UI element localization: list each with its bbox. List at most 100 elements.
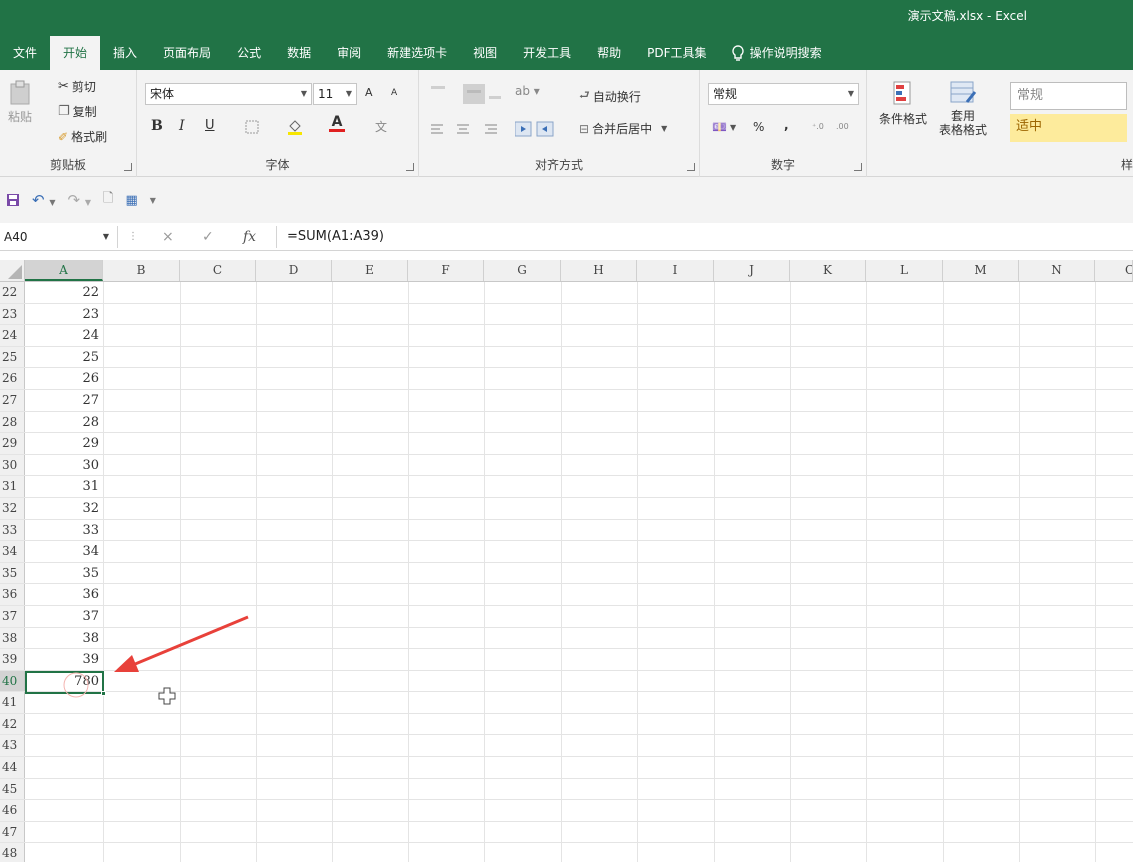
conditional-formatting-icon <box>893 81 911 105</box>
copy-icon: ❐ <box>58 104 70 119</box>
align-top-icon[interactable] <box>429 82 503 106</box>
number-format-value: 常规 <box>713 87 738 101</box>
comma-button[interactable]: , <box>784 118 789 132</box>
tab-file[interactable]: 文件 <box>0 36 50 70</box>
orientation-icon: ab ▾ <box>515 84 540 98</box>
wrap-text-icon: ⮐ <box>579 88 590 102</box>
tab-developer[interactable]: 开发工具 <box>510 36 584 70</box>
chevron-down-icon: ▼ <box>345 89 352 98</box>
underline-button[interactable]: U <box>205 118 215 133</box>
paste-button[interactable]: 粘贴 <box>8 80 32 125</box>
wrap-text-label: 自动换行 <box>592 90 641 104</box>
tab-page-layout[interactable]: 页面布局 <box>150 36 224 70</box>
tab-home[interactable]: 开始 <box>50 36 101 70</box>
name-box[interactable]: A40 ▼ <box>0 226 118 248</box>
increase-decimal-button[interactable]: ⁺.0 <box>812 122 824 131</box>
font-color-icon: A <box>329 115 345 132</box>
tab-formulas[interactable]: 公式 <box>224 36 274 70</box>
clipboard-launcher-icon[interactable] <box>124 163 132 171</box>
decrease-decimal-button[interactable]: .00 <box>836 122 849 131</box>
font-group-label: 字体 <box>265 158 290 172</box>
font-size-value: 11 <box>318 87 334 101</box>
comma-icon: , <box>784 118 789 132</box>
increase-font-button[interactable]: A <box>365 86 373 99</box>
alignment-group-label: 对齐方式 <box>534 158 583 172</box>
ribbon-tabs: 文件 开始 插入 页面布局 公式 数据 审阅 新建选项卡 视图 开发工具 帮助 … <box>0 36 834 70</box>
paste-icon <box>10 80 30 105</box>
number-group: 常规 ▼ 💷 ▼ % , ⁺.0 .00 数字 <box>700 70 867 177</box>
print-preview-icon[interactable]: 🗋 <box>103 189 113 211</box>
scissors-icon: ✂ <box>58 79 69 94</box>
tell-me-label: 操作说明搜索 <box>749 46 822 60</box>
tab-pdf-tools[interactable]: PDF工具集 <box>634 36 719 70</box>
tab-data[interactable]: 数据 <box>274 36 324 70</box>
tab-help[interactable]: 帮助 <box>584 36 634 70</box>
customize-qat-icon[interactable]: ▼ <box>150 196 156 205</box>
underline-icon: U <box>205 118 215 133</box>
font-name-value: 宋体 <box>150 87 175 101</box>
tab-insert[interactable]: 插入 <box>100 36 150 70</box>
number-format-select[interactable]: 常规 ▼ <box>708 83 859 105</box>
tab-review[interactable]: 审阅 <box>324 36 374 70</box>
font-color-button[interactable]: A <box>329 115 345 132</box>
font-size-select[interactable]: 11 ▼ <box>313 83 357 105</box>
font-name-select[interactable]: 宋体 ▼ <box>145 83 312 105</box>
italic-button[interactable]: I <box>179 118 185 134</box>
conditional-formatting-button[interactable]: 条件格式 <box>879 80 927 127</box>
increase-font-icon: A <box>365 86 373 99</box>
format-painter-label: 格式刷 <box>71 130 108 144</box>
clipboard-group: 粘贴 ✂ 剪切 ❐ 复制 ✐ 格式刷 剪贴板 <box>0 70 137 177</box>
merge-center-button[interactable]: ⊟ 合并后居中 ▼ <box>579 120 667 137</box>
undo-icon[interactable]: ↶ ▼ <box>32 191 56 209</box>
align-left-icon[interactable] <box>431 122 501 136</box>
copy-button[interactable]: ❐ 复制 <box>58 103 97 120</box>
save-icon[interactable] <box>6 193 20 207</box>
currency-icon: 💷 <box>712 120 727 134</box>
enter-formula-button[interactable]: ✓ <box>202 226 214 248</box>
touch-mode-icon[interactable]: ▦ <box>125 193 137 208</box>
tab-new-tab[interactable]: 新建选项卡 <box>374 36 460 70</box>
copy-label: 复制 <box>72 105 97 119</box>
alignment-launcher-icon[interactable] <box>687 163 695 171</box>
borders-button[interactable] <box>245 120 259 134</box>
cursor-cross-icon <box>158 687 176 705</box>
accounting-format-button[interactable]: 💷 ▼ <box>712 120 736 134</box>
tab-view[interactable]: 视图 <box>460 36 510 70</box>
paste-label: 粘贴 <box>8 110 33 124</box>
phonetic-icon: 文 <box>375 120 388 134</box>
bold-icon: B <box>151 118 163 134</box>
clipboard-group-label: 剪贴板 <box>49 158 86 172</box>
cut-label: 剪切 <box>71 80 96 94</box>
style-normal[interactable]: 常规 <box>1010 82 1127 110</box>
formula-input[interactable]: =SUM(A1:A39) <box>276 226 1126 248</box>
fill-bucket-icon <box>288 120 302 135</box>
ribbon-home: 粘贴 ✂ 剪切 ❐ 复制 ✐ 格式刷 剪贴板 宋体 ▼ 11 ▼ A A B I… <box>0 70 1133 177</box>
indent-icon[interactable] <box>515 121 555 137</box>
style-neutral[interactable]: 适中 <box>1010 114 1127 142</box>
redo-icon[interactable]: ↷ ▼ <box>68 191 92 209</box>
phonetic-button[interactable]: 文 <box>375 118 387 135</box>
orientation-button[interactable]: ab ▾ <box>515 84 540 98</box>
percent-icon: % <box>753 120 765 134</box>
format-as-table-label-2: 表格格式 <box>939 123 988 137</box>
tell-me-search[interactable]: 操作说明搜索 <box>720 36 834 70</box>
fill-color-button[interactable] <box>287 118 303 136</box>
quick-access-toolbar: ↶ ▼ ↷ ▼ 🗋 ▦ ▼ <box>0 177 1133 223</box>
merge-icon: ⊟ <box>579 121 590 136</box>
format-as-table-icon <box>950 81 977 103</box>
cut-button[interactable]: ✂ 剪切 <box>58 78 96 95</box>
cancel-formula-button[interactable]: × <box>162 226 174 248</box>
decrease-font-button[interactable]: A <box>391 88 397 98</box>
font-launcher-icon[interactable] <box>406 163 414 171</box>
chevron-down-icon: ▼ <box>102 232 109 241</box>
wrap-text-button[interactable]: ⮐ 自动换行 <box>579 86 641 107</box>
bold-button[interactable]: B <box>151 118 163 134</box>
insert-function-button[interactable]: fx <box>243 226 256 248</box>
percent-button[interactable]: % <box>753 120 764 134</box>
alignment-group: ab ▾ ⮐ 自动换行 ⊟ 合并后居中 ▼ 对齐方式 <box>419 70 700 177</box>
styles-group: 条件格式 套用 表格格式 常规 适中 样 <box>867 70 1133 177</box>
formula-bar-grip-icon: ⋮ <box>128 231 138 242</box>
format-as-table-button[interactable]: 套用 表格格式 <box>939 80 987 138</box>
format-painter-button[interactable]: ✐ 格式刷 <box>58 128 107 145</box>
number-launcher-icon[interactable] <box>854 163 862 171</box>
